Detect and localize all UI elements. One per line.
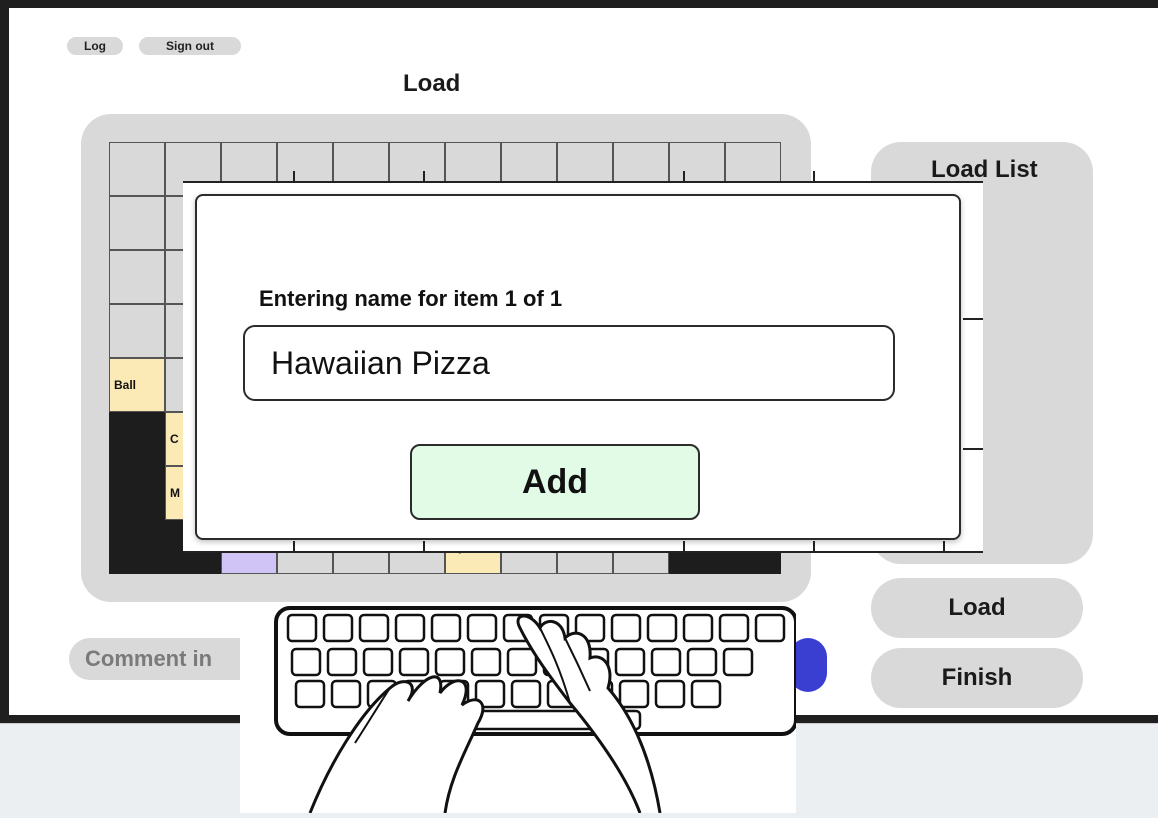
page-title: Load	[403, 70, 461, 97]
grid-cell[interactable]	[109, 412, 165, 466]
grid-cell[interactable]	[109, 304, 165, 358]
add-button[interactable]: Add	[410, 444, 700, 520]
name-entry-dialog: Entering name for item 1 of 1 Add	[195, 194, 961, 540]
grid-cell-label: Ball	[114, 378, 137, 392]
grid-cell-label: C	[170, 432, 179, 446]
grid-cell[interactable]	[109, 142, 165, 196]
item-name-input[interactable]	[243, 325, 895, 401]
load-button[interactable]: Load	[871, 578, 1083, 638]
sign-out-button[interactable]: Sign out	[139, 37, 241, 55]
grid-cell-label: M	[170, 486, 180, 500]
hands-typing-keyboard-illustration	[240, 603, 798, 814]
grid-cell[interactable]	[109, 466, 165, 520]
grid-cell[interactable]: Ball	[109, 358, 165, 412]
load-list-title: Load List	[931, 156, 1038, 183]
grid-cell[interactable]	[109, 520, 165, 574]
grid-cell[interactable]	[109, 196, 165, 250]
dialog-prompt: Entering name for item 1 of 1	[259, 286, 563, 311]
comment-input[interactable]: Comment in	[69, 638, 269, 680]
log-button[interactable]: Log	[67, 37, 123, 55]
grid-cell[interactable]	[109, 250, 165, 304]
finish-button[interactable]: Finish	[871, 648, 1083, 708]
